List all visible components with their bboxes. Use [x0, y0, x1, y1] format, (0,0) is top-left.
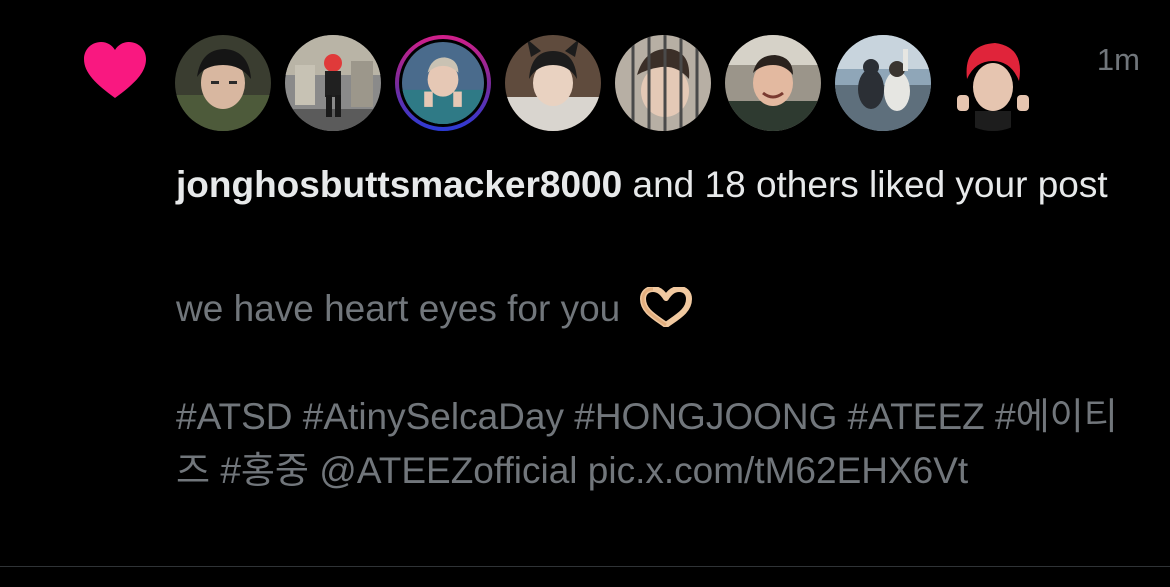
avatar[interactable]	[505, 35, 601, 131]
avatar[interactable]	[835, 35, 931, 131]
post-preview[interactable]: we have heart eyes for you #ATSD #AtinyS…	[176, 282, 1151, 498]
like-notification[interactable]: 1m jonghosbuttsmacker8000 and 18 others …	[0, 0, 1170, 567]
avatar[interactable]	[285, 35, 381, 131]
divider	[0, 566, 1170, 567]
username-link[interactable]: jonghosbuttsmacker8000	[176, 164, 622, 205]
post-text: we have heart eyes for you	[176, 288, 621, 329]
avatar[interactable]	[395, 35, 491, 131]
post-first-line: we have heart eyes for you	[176, 282, 1151, 336]
avatar[interactable]	[175, 35, 271, 131]
avatar[interactable]	[615, 35, 711, 131]
post-hashtags: #ATSD #AtinySelcaDay #HONGJOONG #ATEEZ #…	[176, 396, 1118, 491]
summary-text: and 18 others liked your post	[622, 164, 1108, 205]
timestamp: 1m	[1096, 42, 1140, 77]
heart-icon	[84, 42, 146, 98]
heart-hands-emoji-icon	[639, 287, 692, 327]
liker-avatars	[175, 35, 1041, 131]
avatar[interactable]	[945, 35, 1041, 131]
avatar[interactable]	[725, 35, 821, 131]
notification-summary: jonghosbuttsmacker8000 and 18 others lik…	[176, 158, 1136, 212]
